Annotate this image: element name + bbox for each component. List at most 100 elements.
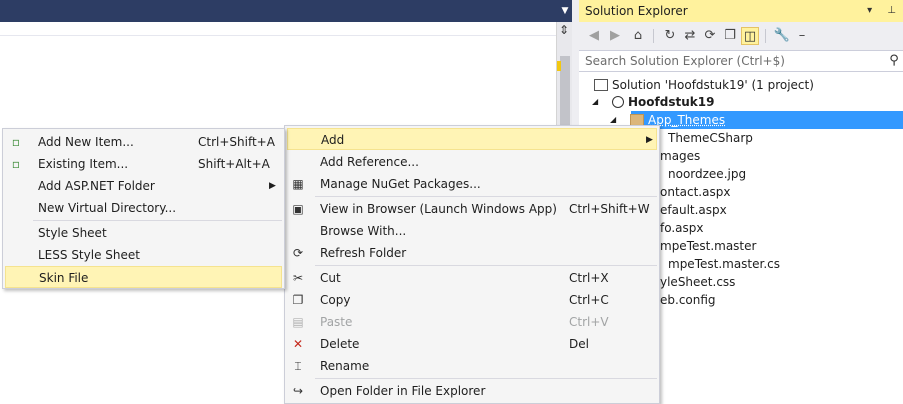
tree-item-solution[interactable]: Solution 'Hoofdstuk19' (1 project): [594, 76, 814, 94]
menu-item-shortcut: Ctrl+V: [569, 315, 609, 329]
search-input[interactable]: Search Solution Explorer (Ctrl+$): [585, 50, 785, 72]
toolbar-separator: [765, 29, 766, 43]
menu-item-less-style-sheet[interactable]: LESS Style Sheet: [5, 244, 282, 266]
toolbar-separator: [653, 29, 654, 43]
forward-icon[interactable]: ▶: [606, 27, 624, 45]
refresh-icon[interactable]: ⟳: [701, 27, 719, 45]
menu-item-label: Browse With...: [320, 224, 407, 238]
submenu-arrow-icon: ▶: [269, 181, 276, 191]
menu-item-label: Copy: [320, 293, 351, 307]
menu-item-add-reference[interactable]: Add Reference...: [287, 151, 657, 173]
menu-item-delete[interactable]: ✕ Delete Del: [287, 333, 657, 355]
tree-item-webconfig[interactable]: eb.config: [660, 291, 716, 309]
tab-dropdown-icon[interactable]: ▼: [558, 0, 572, 22]
menu-item-shortcut: Del: [569, 337, 589, 351]
menu-item-label: Cut: [320, 271, 341, 285]
menu-item-rename[interactable]: ⌶ Rename: [287, 355, 657, 377]
preview-icon[interactable]: –: [793, 27, 811, 45]
editor-header: [0, 22, 556, 36]
view-in-browser-icon: ▣: [292, 202, 304, 216]
menu-item-cut[interactable]: ✂ Cut Ctrl+X: [287, 267, 657, 289]
tree-item-project[interactable]: Hoofdstuk19: [612, 93, 714, 111]
back-icon[interactable]: ◀: [585, 27, 603, 45]
scrollbar-thumb[interactable]: [560, 56, 570, 126]
menu-item-add-new-item[interactable]: ▫ Add New Item... Ctrl+Shift+A: [5, 131, 282, 153]
delete-icon: ✕: [292, 337, 304, 351]
menu-item-shortcut: Ctrl+Shift+A: [198, 135, 275, 149]
solution-icon: [594, 79, 608, 91]
menu-item-new-virtual-directory[interactable]: New Virtual Directory...: [5, 197, 282, 219]
tree-item-label: mages: [660, 149, 701, 163]
menu-separator: [33, 220, 282, 221]
show-all-files-icon[interactable]: ◫: [741, 27, 759, 45]
tree-item-label: fo.aspx: [660, 221, 704, 235]
menu-item-add-aspnet-folder[interactable]: Add ASP.NET Folder ▶: [5, 175, 282, 197]
menu-item-label: Add New Item...: [38, 135, 134, 149]
menu-item-shortcut: Shift+Alt+A: [198, 157, 270, 171]
editor-tab-strip: [0, 0, 572, 22]
tree-item-label: mpeTest.master.cs: [668, 257, 781, 271]
tree-item-label: efault.aspx: [660, 203, 727, 217]
web-project-icon: [612, 96, 624, 108]
tree-item-stylesheet[interactable]: yleSheet.css: [660, 273, 735, 291]
history-icon[interactable]: ↻: [661, 27, 679, 45]
cut-icon: ✂: [292, 271, 304, 285]
menu-item-refresh-folder[interactable]: ⟳ Refresh Folder: [287, 242, 657, 264]
menu-separator: [315, 378, 657, 379]
menu-item-shortcut: Ctrl+X: [569, 271, 609, 285]
solution-explorer-title: Solution Explorer: [585, 4, 688, 18]
menu-item-view-in-browser[interactable]: ▣ View in Browser (Launch Windows App) C…: [287, 198, 657, 220]
menu-item-existing-item[interactable]: ▫ Existing Item... Shift+Alt+A: [5, 153, 282, 175]
refresh-icon: ⟳: [292, 246, 304, 260]
add-new-item-icon: ▫: [11, 135, 21, 149]
context-menu: Add ▶ Add Reference... ▦ Manage NuGet Pa…: [284, 125, 660, 404]
menu-item-shortcut: Ctrl+C: [569, 293, 609, 307]
menu-item-manage-nuget[interactable]: ▦ Manage NuGet Packages...: [287, 173, 657, 195]
menu-item-style-sheet[interactable]: Style Sheet: [5, 222, 282, 244]
scroll-marker: [557, 61, 561, 71]
menu-item-add[interactable]: Add ▶: [287, 128, 657, 150]
menu-item-copy[interactable]: ❐ Copy Ctrl+C: [287, 289, 657, 311]
tree-item-label: yleSheet.css: [660, 275, 736, 289]
add-existing-item-icon: ▫: [11, 157, 21, 171]
menu-item-label: Manage NuGet Packages...: [320, 177, 481, 191]
menu-item-label: Existing Item...: [38, 157, 129, 171]
menu-item-label: Add: [321, 133, 345, 147]
menu-item-open-folder[interactable]: ↪ Open Folder in File Explorer: [287, 380, 657, 402]
menu-item-label: View in Browser (Launch Windows App): [320, 202, 557, 216]
paste-icon: ▤: [292, 315, 304, 329]
tree-item-image-file[interactable]: noordzee.jpg: [668, 165, 746, 183]
menu-item-label: Add ASP.NET Folder: [38, 179, 155, 193]
menu-item-browse-with[interactable]: Browse With...: [287, 220, 657, 242]
tree-item-theme[interactable]: ThemeCSharp: [668, 129, 753, 147]
tree-item-label: Hoofdstuk19: [628, 95, 715, 109]
tree-item-label: noordzee.jpg: [668, 167, 747, 181]
menu-item-skin-file[interactable]: Skin File: [5, 266, 282, 288]
collapse-all-icon[interactable]: ❐: [721, 27, 739, 45]
menu-item-label: Style Sheet: [38, 226, 107, 240]
tree-item-default[interactable]: efault.aspx: [660, 201, 727, 219]
menu-item-label: Refresh Folder: [320, 246, 407, 260]
tree-item-label: ThemeCSharp: [668, 131, 753, 145]
pin-icon[interactable]: ▾ ⊥: [852, 0, 902, 22]
tree-item-contact[interactable]: ontact.aspx: [660, 183, 730, 201]
menu-item-label: Open Folder in File Explorer: [320, 384, 486, 398]
tree-item-label: mpeTest.master: [660, 239, 757, 253]
sync-icon[interactable]: ⇄: [681, 27, 699, 45]
tree-item-info[interactable]: fo.aspx: [660, 219, 704, 237]
menu-separator: [315, 265, 657, 266]
menu-separator: [315, 196, 657, 197]
tree-item-master-cs[interactable]: mpeTest.master.cs: [668, 255, 780, 273]
tree-item-label: eb.config: [660, 293, 716, 307]
splitter-icon[interactable]: ⇕: [557, 23, 571, 37]
menu-item-paste[interactable]: ▤ Paste Ctrl+V: [287, 311, 657, 333]
collapse-arrow-icon[interactable]: ◢: [592, 93, 598, 111]
tree-item-images[interactable]: mages: [660, 147, 700, 165]
search-icon[interactable]: ⚲: [886, 50, 902, 72]
menu-item-label: New Virtual Directory...: [38, 201, 177, 215]
properties-icon[interactable]: 🔧: [773, 27, 791, 45]
open-folder-icon: ↪: [292, 384, 304, 398]
tree-item-label: ontact.aspx: [660, 185, 731, 199]
home-icon[interactable]: ⌂: [629, 27, 647, 45]
tree-item-master[interactable]: mpeTest.master: [660, 237, 756, 255]
